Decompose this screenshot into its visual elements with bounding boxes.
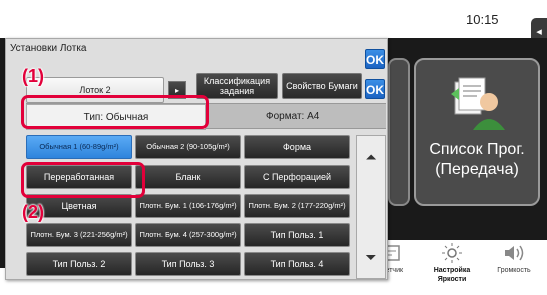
top-status-bar: 10:15 <box>0 0 530 38</box>
job-classification-button[interactable]: Классификация задания <box>196 73 278 99</box>
scroll-up-icon[interactable]: ⏶ <box>359 144 383 170</box>
dialog-title: Установки Лотка <box>10 43 87 54</box>
program-list-icon <box>451 77 505 130</box>
tray-selector-label: Лоток 2 <box>79 85 111 95</box>
paper-type-heavy-1[interactable]: Плотн. Бум. 1 (106-176g/m²) <box>135 194 241 218</box>
paper-type-prepunched[interactable]: С Перфорацией <box>244 165 350 189</box>
program-list-label: Список Прог. (Передача) <box>429 141 525 178</box>
volume-label: Громкость <box>497 267 531 274</box>
step-marker-1: (1) <box>22 66 44 86</box>
paper-type-plain-1[interactable]: Обычная 1 (60-89g/m²) <box>26 135 132 159</box>
ok-button[interactable]: OK <box>365 49 385 69</box>
step-marker-2: (2) <box>22 202 44 222</box>
scroll-down-icon[interactable]: ⏷ <box>359 244 383 270</box>
job-classification-label: Классификация задания <box>203 76 271 96</box>
brightness-label: Настройка Яркости <box>433 267 471 283</box>
paper-type-heavy-3[interactable]: Плотн. Бум. 3 (221-256g/m²) <box>26 223 132 247</box>
home-tile-partial <box>388 58 410 206</box>
paper-type-heavy-2[interactable]: Плотн. Бум. 2 (177-220g/m²) <box>244 194 350 218</box>
volume-icon <box>505 245 524 261</box>
paper-type-heavy-4[interactable]: Плотн. Бум. 4 (257-300g/m²) <box>135 223 241 247</box>
ok-button-secondary[interactable]: OK <box>365 79 385 99</box>
paper-type-plain-2[interactable]: Обычная 2 (90-105g/m²) <box>135 135 241 159</box>
paper-type-letterhead[interactable]: Бланк <box>135 165 241 189</box>
paper-type-user-1[interactable]: Тип Польз. 1 <box>244 223 350 247</box>
paper-type-user-2[interactable]: Тип Польз. 2 <box>26 252 132 276</box>
highlight-paper-type-field <box>21 95 209 129</box>
paper-type-user-4[interactable]: Тип Польз. 4 <box>244 252 350 276</box>
program-list-tile[interactable]: Список Прог. (Передача) <box>414 58 540 206</box>
tray-settings-dialog: Установки Лотка OK Лоток 2 ▸ Классификац… <box>5 38 388 280</box>
brightness-button[interactable]: Настройка Яркости <box>422 240 482 295</box>
paper-type-user-3[interactable]: Тип Польз. 3 <box>135 252 241 276</box>
screen: 10:15 ◂ Список Прог. (Передача) Счетчик <box>0 0 547 295</box>
bottom-toolbar: Счетчик Настройка Яркости Громкость <box>360 240 547 295</box>
paper-type-form[interactable]: Форма <box>244 135 350 159</box>
paper-type-grid: Обычная 1 (60-89g/m²) Обычная 2 (90-105g… <box>26 135 350 277</box>
paper-type-scrollbar[interactable]: ⏶ ⏷ <box>356 135 386 279</box>
paper-property-button[interactable]: Свойство Бумаги <box>282 73 362 99</box>
clock: 10:15 <box>466 12 499 27</box>
volume-button[interactable]: Громкость <box>484 240 544 295</box>
brightness-icon <box>442 243 462 263</box>
paper-format-label: Формат: A4 <box>266 111 320 122</box>
paper-property-label: Свойство Бумаги <box>286 81 358 91</box>
highlight-recycled-button <box>21 162 145 198</box>
